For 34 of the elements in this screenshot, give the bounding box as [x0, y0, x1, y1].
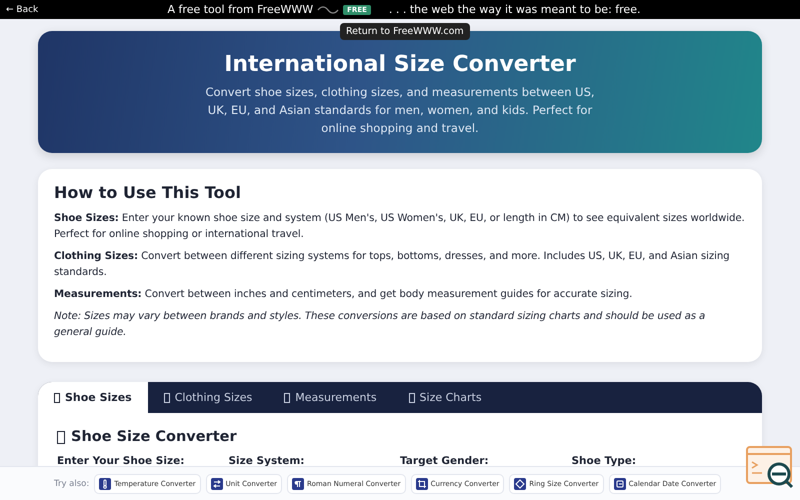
crop-frame-icon — [416, 478, 428, 490]
swap-arrows-icon — [210, 478, 223, 490]
tooltip: Return to FreeWWW.com — [340, 23, 470, 40]
instruction-paragraph: Measurements: Convert between inches and centimeters, and get body measurement guides for accurate sizing. — [54, 288, 634, 302]
converter-title: Shoe Size Converter — [71, 429, 237, 445]
instruction-paragraph: Note: Sizes may vary between brands and styles. These conversions are based on standard sizing charts and should be used as a general guide. — [54, 310, 706, 340]
box-icon — [57, 430, 65, 444]
tab[interactable]: Shoe Sizes — [38, 382, 148, 413]
try-also-label: Try also: — [54, 478, 90, 488]
link-icon — [317, 4, 340, 14]
page-subtitle: Convert shoe sizes, clothing sizes, and measurements between US, UK, EU, and Asian standards for men, women, and kids. Perfect for online shopping and travel. — [204, 84, 596, 136]
promo-text: . . . the web the way it was meant to be: free. — [388, 3, 640, 16]
box-icon — [164, 392, 170, 402]
box-icon — [284, 392, 290, 402]
tab[interactable]: Size Charts — [392, 382, 498, 413]
back-link[interactable]: ← Back — [6, 4, 38, 14]
field-label: Target Gender: — [400, 455, 490, 467]
promo-text: A free tool from FreeWWW — [168, 3, 314, 16]
window-search-icon[interactable] — [746, 446, 796, 490]
field-label: Shoe Type: — [572, 455, 638, 467]
tab[interactable]: Measurements — [268, 382, 393, 413]
instruction-paragraph: Clothing Sizes: Convert between different sizing systems for tops, bottoms, dresses, and more. Includes US, UK, EU, and Asian sizing standards. — [54, 250, 731, 280]
section-title: How to Use This Tool — [54, 183, 242, 202]
field-label: Size System: — [228, 455, 306, 467]
instruction-paragraph: Shoe Sizes: Enter your known shoe size and system (US Men's, US Women's, UK, EU, or length in CM) to see equivalent sizes worldwide. Perfect for online shopping or international travel. — [54, 212, 746, 242]
page-title: International Size Converter — [224, 52, 576, 76]
diamond-icon — [514, 478, 526, 490]
thermometer-icon — [99, 478, 112, 490]
pilcrow-icon — [292, 478, 304, 490]
field-label: Enter Your Shoe Size: — [57, 455, 186, 467]
box-icon — [54, 392, 60, 402]
box-icon — [408, 392, 415, 402]
calendar-icon — [614, 478, 626, 490]
tab[interactable]: Clothing Sizes — [148, 382, 268, 413]
